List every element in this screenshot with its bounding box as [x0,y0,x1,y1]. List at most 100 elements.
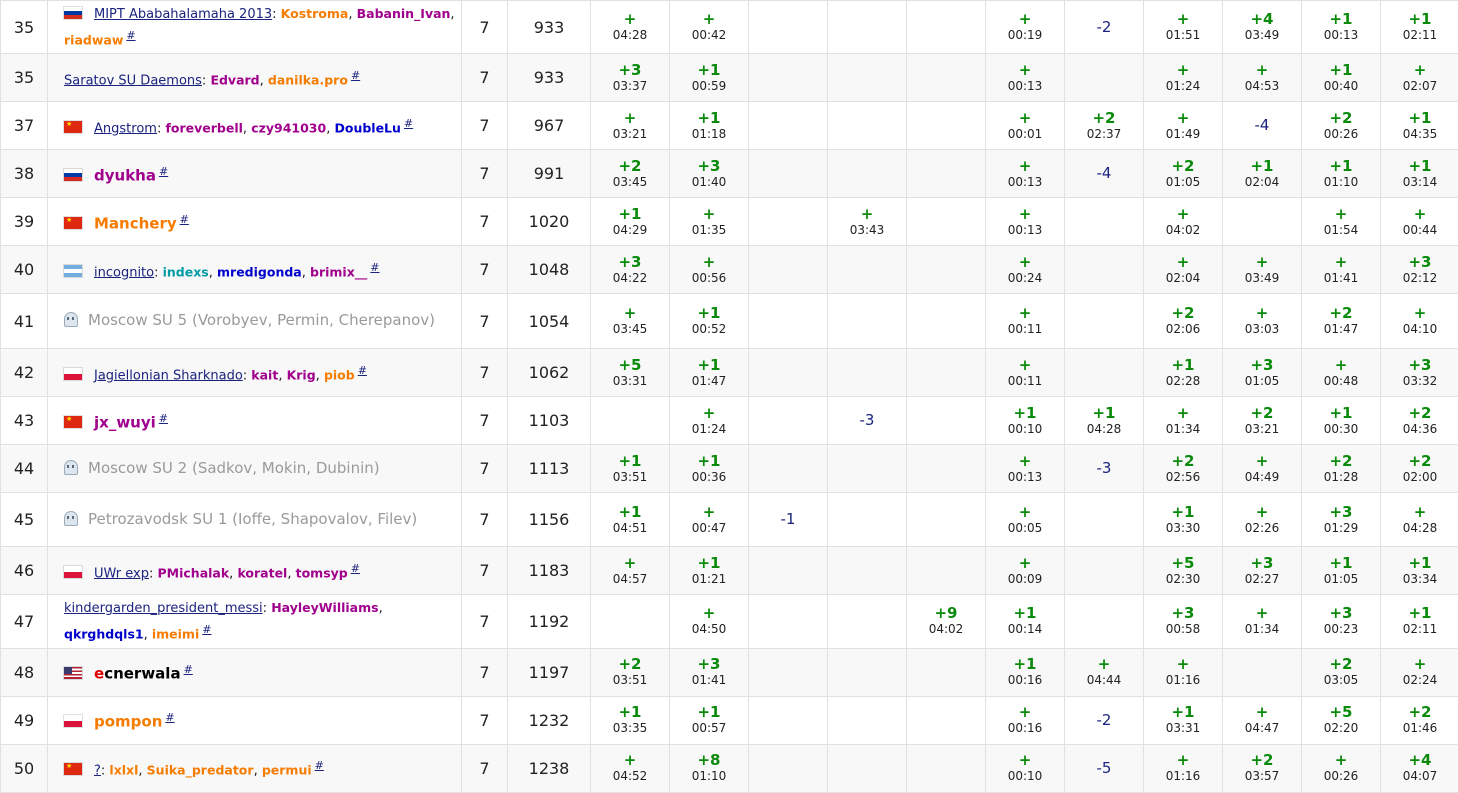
problem-cell[interactable]: +00:19 [985,0,1065,55]
problem-cell[interactable]: +1 03:14 [1380,149,1458,199]
problem-cell[interactable]: +3 02:12 [1380,245,1458,295]
problem-cell[interactable]: +02:24 [1380,647,1458,697]
problem-cell[interactable]: +2 01:47 [1301,293,1381,350]
problem-cell[interactable]: +2 02:56 [1143,444,1223,494]
problem-cell[interactable]: +1 02:04 [1222,149,1302,199]
problem-cell[interactable]: +00:09 [985,546,1065,596]
problem-cell[interactable]: +00:13 [985,53,1065,103]
problem-cell[interactable]: -4 [1222,101,1302,151]
problem-cell[interactable]: +04:49 [1222,444,1302,494]
team-member[interactable]: Kostroma [281,6,349,21]
problem-cell[interactable]: +00:47 [669,492,749,548]
problem-cell[interactable]: +00:11 [985,293,1065,350]
virtual-participant-link[interactable]: # [315,759,324,772]
problem-cell[interactable]: +2 03:21 [1222,396,1302,446]
problem-cell[interactable]: +4 04:07 [1380,743,1458,793]
problem-cell[interactable]: -2 [1064,0,1144,55]
problem-cell[interactable]: +3 01:41 [669,647,749,697]
problem-cell[interactable]: -2 [1064,695,1144,745]
problem-cell[interactable]: +00:13 [985,197,1065,247]
problem-cell[interactable]: +01:54 [1301,197,1381,247]
problem-cell[interactable]: +04:28 [1380,492,1458,548]
problem-cell[interactable]: -3 [827,396,907,446]
problem-cell[interactable]: +00:24 [985,245,1065,295]
problem-cell[interactable]: +3 01:40 [669,149,749,199]
problem-cell[interactable]: +00:13 [985,149,1065,199]
problem-cell[interactable]: +04:57 [590,546,670,596]
problem-cell[interactable]: +01:51 [1143,0,1223,55]
problem-cell[interactable]: +1 00:57 [669,695,749,745]
problem-cell[interactable]: +00:11 [985,348,1065,398]
team-member[interactable]: riadwaw [64,32,123,47]
problem-cell[interactable]: +1 03:31 [1143,695,1223,745]
virtual-participant-link[interactable]: # [159,165,168,178]
problem-cell[interactable]: +2 03:51 [590,647,670,697]
team-name-link[interactable]: Moscow SU 2 (Sadkov, Mokin, Dubinin) [88,459,380,477]
problem-cell[interactable]: +3 03:32 [1380,348,1458,398]
team-member[interactable]: brimix__ [310,264,367,279]
team-name-link[interactable]: UWr exp [94,566,149,581]
team-name-link[interactable]: MIPT Ababahalamaha 2013 [94,7,272,22]
problem-cell[interactable]: +00:42 [669,0,749,55]
problem-cell[interactable]: +02:07 [1380,53,1458,103]
team-member[interactable]: foreverbell [165,120,242,135]
problem-cell[interactable]: +5 02:30 [1143,546,1223,596]
problem-cell[interactable]: +1 03:35 [590,695,670,745]
virtual-participant-link[interactable]: # [358,364,367,377]
team-name-link[interactable]: jx_wuyi [94,413,156,431]
problem-cell[interactable]: +00:01 [985,101,1065,151]
team-member[interactable]: Krig [287,367,316,382]
problem-cell[interactable]: +04:52 [590,743,670,793]
problem-cell[interactable]: +00:05 [985,492,1065,548]
problem-cell[interactable]: +3 04:22 [590,245,670,295]
team-name-link[interactable]: kindergarden_president_messi [64,601,263,616]
team-member[interactable]: piob [324,367,355,382]
team-member[interactable]: PMichalak [158,565,230,580]
problem-cell[interactable]: +01:35 [669,197,749,247]
team-name-link[interactable]: ? [94,763,101,778]
problem-cell[interactable]: +1 02:11 [1380,594,1458,649]
problem-cell[interactable]: +2 01:28 [1301,444,1381,494]
problem-cell[interactable]: +1 02:11 [1380,0,1458,55]
team-member[interactable]: qkrghdqls1 [64,627,144,642]
problem-cell[interactable]: +1 04:35 [1380,101,1458,151]
team-member[interactable]: lxlxl [109,762,138,777]
problem-cell[interactable]: +2 02:06 [1143,293,1223,350]
team-name-link[interactable]: dyukha [94,166,156,184]
problem-cell[interactable]: +2 04:36 [1380,396,1458,446]
problem-cell[interactable]: -4 [1064,149,1144,199]
problem-cell[interactable]: +04:53 [1222,53,1302,103]
problem-cell[interactable]: -5 [1064,743,1144,793]
problem-cell[interactable]: +01:24 [669,396,749,446]
team-name-link[interactable]: pompon [94,712,162,730]
virtual-participant-link[interactable]: # [165,711,174,724]
problem-cell[interactable]: +04:10 [1380,293,1458,350]
problem-cell[interactable]: +04:44 [1064,647,1144,697]
problem-cell[interactable]: +00:48 [1301,348,1381,398]
problem-cell[interactable]: +1 01:10 [1301,149,1381,199]
problem-cell[interactable]: +1 00:10 [985,396,1065,446]
problem-cell[interactable]: +2 03:45 [590,149,670,199]
team-member[interactable]: Babanin_Ivan [357,6,451,21]
team-member[interactable]: imeimi [152,627,199,642]
virtual-participant-link[interactable]: # [370,261,379,274]
team-member[interactable]: koratel [237,565,287,580]
problem-cell[interactable]: +3 02:27 [1222,546,1302,596]
team-name-link[interactable]: Manchery [94,214,177,232]
problem-cell[interactable]: +01:16 [1143,647,1223,697]
problem-cell[interactable]: +3 03:37 [590,53,670,103]
virtual-participant-link[interactable]: # [180,213,189,226]
problem-cell[interactable]: +1 00:30 [1301,396,1381,446]
problem-cell[interactable]: +01:34 [1143,396,1223,446]
problem-cell[interactable]: +01:16 [1143,743,1223,793]
problem-cell[interactable]: +1 00:14 [985,594,1065,649]
problem-cell[interactable]: +9 04:02 [906,594,986,649]
team-member[interactable]: Suika_predator [147,762,254,777]
problem-cell[interactable]: +03:43 [827,197,907,247]
problem-cell[interactable]: +03:49 [1222,245,1302,295]
problem-cell[interactable]: +2 03:05 [1301,647,1381,697]
problem-cell[interactable]: +04:28 [590,0,670,55]
problem-cell[interactable]: +01:41 [1301,245,1381,295]
problem-cell[interactable]: +00:10 [985,743,1065,793]
problem-cell[interactable]: +2 00:26 [1301,101,1381,151]
